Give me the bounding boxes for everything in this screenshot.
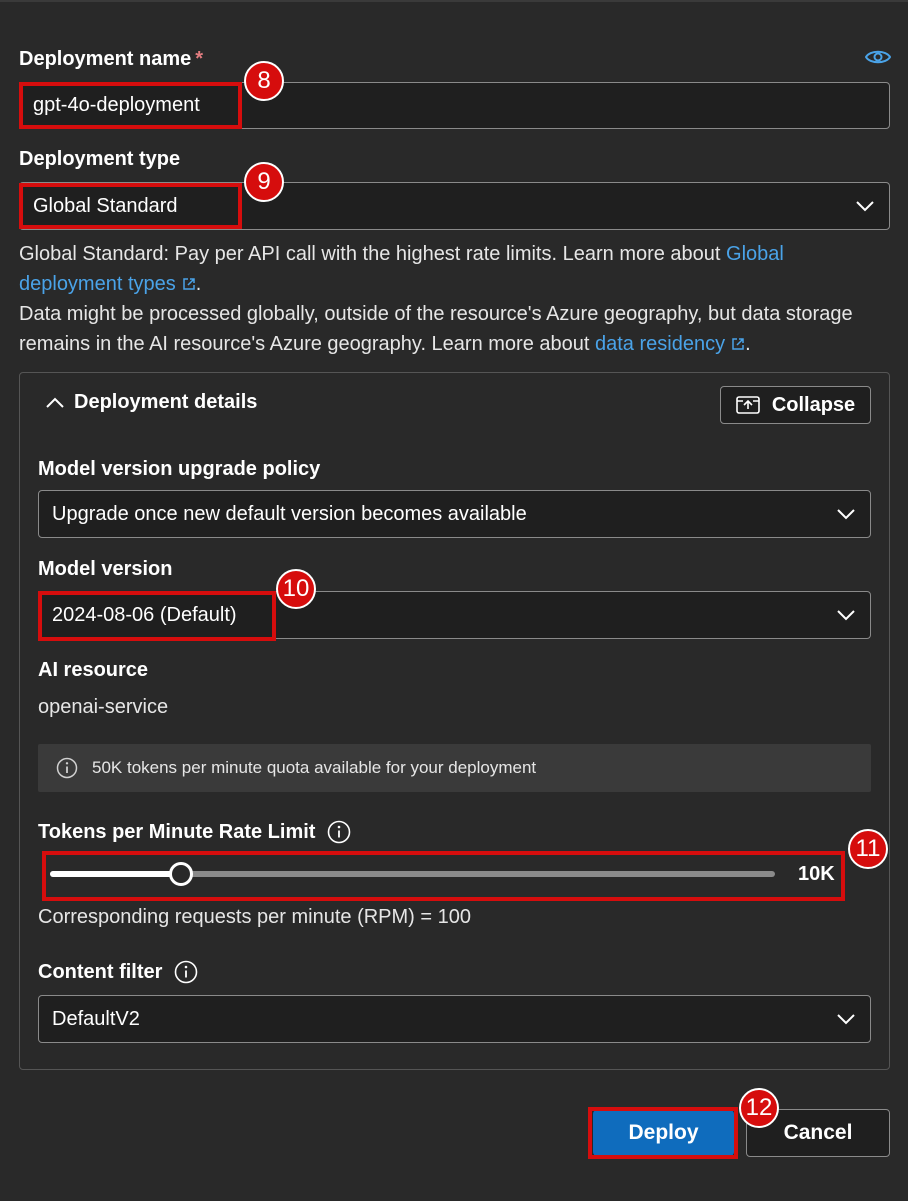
data-residency-link[interactable]: data residency: [595, 333, 745, 355]
collapse-icon: [736, 396, 760, 414]
callout-badge-9: 9: [244, 162, 284, 202]
content-filter-select[interactable]: DefaultV2: [38, 995, 871, 1043]
top-divider: [0, 0, 908, 2]
rpm-text: Corresponding requests per minute (RPM) …: [38, 906, 471, 928]
ai-resource-value: openai-service: [38, 696, 169, 718]
rate-limit-label-row: Tokens per Minute Rate Limit: [38, 820, 351, 844]
chevron-up-icon: [46, 397, 64, 408]
callout-badge-11: 11: [848, 829, 888, 869]
ai-resource-label: AI resource: [38, 659, 149, 681]
callout-badge-8: 8: [244, 61, 284, 101]
deployment-details-panel: Deployment details Collapse Model versio…: [19, 372, 890, 1070]
upgrade-policy-value: Upgrade once new default version becomes…: [52, 502, 527, 525]
info-icon: [56, 757, 78, 779]
callout-badge-12: 12: [739, 1088, 779, 1128]
data-residency-suffix: .: [745, 333, 751, 355]
type-desc-suffix: .: [195, 273, 202, 295]
deployment-details-header[interactable]: Deployment details: [46, 391, 257, 414]
external-link-icon: [732, 338, 744, 350]
callout-badge-10: 10: [276, 569, 316, 609]
content-filter-label-row: Content filter: [38, 960, 198, 984]
external-link-icon: [183, 278, 195, 290]
deployment-type-description: Global Standard: Pay per API call with t…: [19, 239, 889, 359]
chevron-down-icon: [837, 509, 855, 520]
deployment-name-label: Deployment name: [19, 48, 192, 70]
deployment-type-label: Deployment type: [19, 148, 181, 170]
upgrade-policy-label: Model version upgrade policy: [38, 458, 321, 480]
cancel-label: Cancel: [783, 1121, 853, 1144]
chevron-down-icon: [837, 1014, 855, 1025]
rate-limit-label: Tokens per Minute Rate Limit: [38, 820, 316, 843]
collapse-label: Collapse: [771, 393, 856, 416]
highlight-deploy-button: [588, 1107, 738, 1159]
quota-info-text: 50K tokens per minute quota available fo…: [92, 758, 537, 777]
deployment-details-title: Deployment details: [74, 391, 258, 413]
collapse-button[interactable]: Collapse: [720, 386, 871, 424]
eye-icon[interactable]: [865, 49, 891, 65]
upgrade-policy-select[interactable]: Upgrade once new default version becomes…: [38, 490, 871, 538]
content-filter-value: DefaultV2: [52, 1007, 140, 1030]
chevron-down-icon: [856, 201, 874, 212]
highlight-model-version: [38, 591, 276, 641]
content-filter-label: Content filter: [38, 960, 163, 983]
highlight-deployment-name: [19, 82, 242, 129]
required-mark: *: [195, 48, 204, 70]
info-icon[interactable]: [174, 960, 198, 984]
type-desc-text: Global Standard: Pay per API call with t…: [19, 243, 727, 265]
highlight-rate-limit-slider: [42, 851, 845, 901]
deployment-name-label-row: Deployment name *: [19, 48, 203, 71]
data-residency-link-text: data residency: [595, 333, 726, 355]
info-icon[interactable]: [327, 820, 351, 844]
chevron-down-icon: [837, 610, 855, 621]
model-version-label: Model version: [38, 558, 173, 580]
highlight-deployment-type: [19, 183, 242, 229]
quota-info-bar: 50K tokens per minute quota available fo…: [38, 744, 871, 792]
